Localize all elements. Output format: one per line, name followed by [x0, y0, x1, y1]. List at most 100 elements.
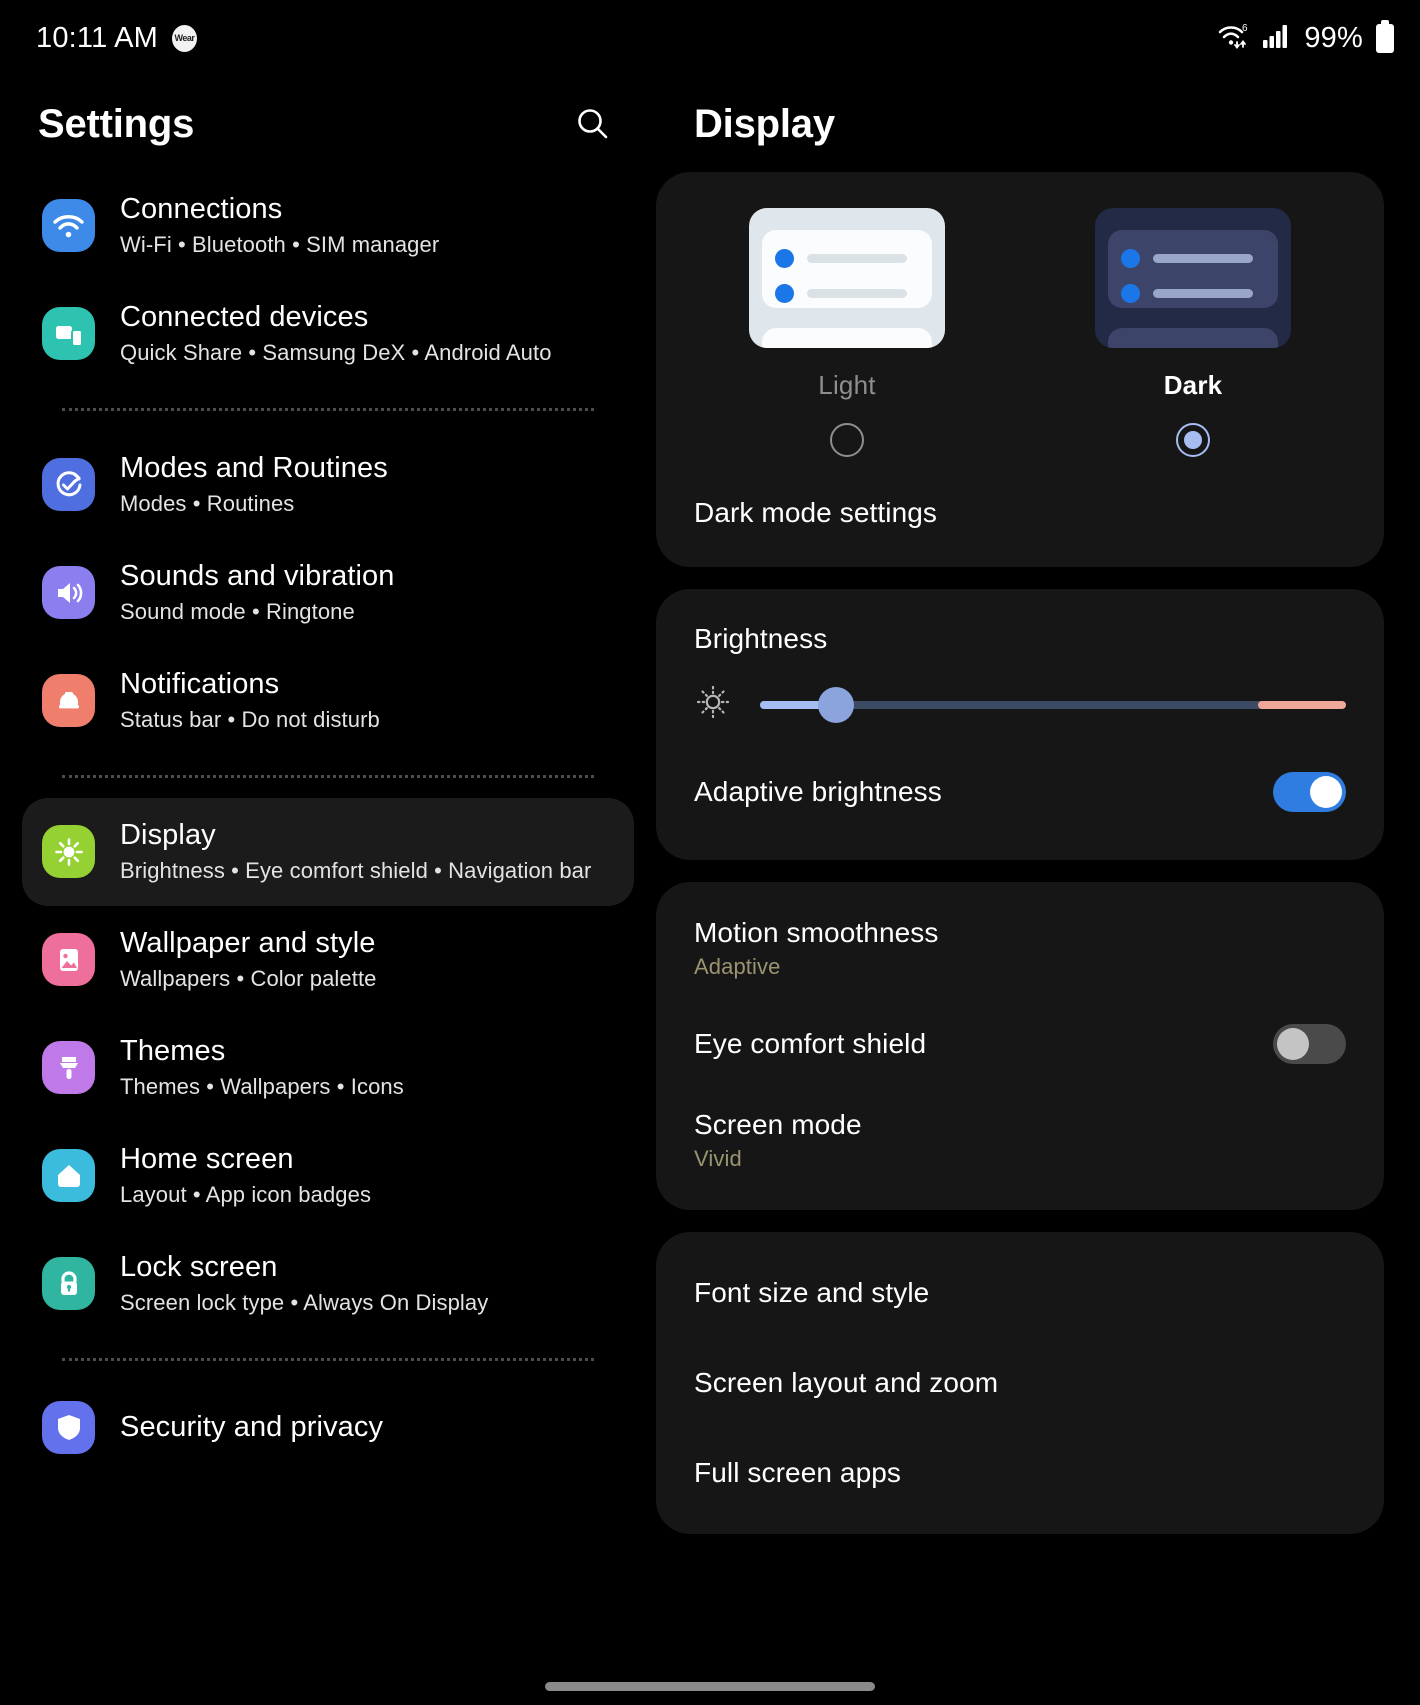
preview-dot — [1121, 284, 1140, 303]
cellular-signal-icon — [1262, 23, 1290, 54]
brightness-sun-icon — [42, 825, 95, 879]
preview-dot — [1121, 249, 1140, 268]
search-icon[interactable] — [566, 97, 620, 151]
sidebar-item-lock-screen[interactable]: Lock screen Screen lock type • Always On… — [22, 1230, 634, 1338]
sidebar-item-security-and-privacy[interactable]: Security and privacy — [22, 1381, 634, 1474]
display-links-card: Font size and style Screen layout and zo… — [656, 1232, 1384, 1534]
sidebar-item-texts: Modes and Routines Modes • Routines — [120, 451, 388, 519]
screen-mode-texts: Screen mode Vivid — [694, 1109, 862, 1172]
sidebar-item-summary: Sound mode • Ringtone — [120, 599, 355, 625]
sidebar-item-summary: Layout • App icon badges — [120, 1182, 372, 1208]
brightness-slider[interactable] — [760, 686, 1346, 723]
preview-line — [1121, 284, 1253, 303]
shield-icon — [42, 1400, 95, 1454]
sidebar-item-summary: Status bar • Do not disturb — [120, 707, 380, 733]
eye-comfort-shield-toggle[interactable] — [1273, 1024, 1346, 1064]
theme-radio-light[interactable] — [830, 423, 864, 457]
sidebar-item-texts: Connections Wi-Fi • Bluetooth • SIM mana… — [120, 192, 439, 260]
theme-option-dark[interactable]: Dark — [1088, 208, 1298, 457]
notification-bell-icon — [42, 674, 95, 728]
detail-header: Display — [656, 76, 1420, 172]
sidebar-item-texts: Connected devices Quick Share • Samsung … — [120, 300, 552, 368]
preview-bar — [1153, 289, 1253, 298]
sidebar-divider — [62, 407, 594, 411]
detail-body: Light Dark Dark mode settings Brightness… — [656, 172, 1420, 1534]
lock-icon — [42, 1257, 95, 1311]
toggle-knob — [1310, 776, 1342, 808]
light-mode-preview — [749, 208, 945, 348]
sidebar-item-connected-devices[interactable]: Connected devices Quick Share • Samsung … — [22, 280, 634, 388]
sidebar-item-texts: Wallpaper and style Wallpapers • Color p… — [120, 926, 377, 994]
sidebar-item-sounds-and-vibration[interactable]: Sounds and vibration Sound mode • Ringto… — [22, 539, 634, 647]
detail-title: Display — [694, 101, 835, 146]
status-bar-left: 10:11 AM Wear — [36, 22, 197, 55]
sidebar-divider — [62, 774, 594, 778]
status-bar: 10:11 AM Wear 6 99% — [0, 0, 1420, 76]
status-bar-right: 6 99% — [1217, 19, 1394, 56]
battery-percent-label: 99% — [1304, 21, 1363, 54]
brightness-slider-row — [656, 655, 1384, 744]
preview-line — [775, 249, 907, 268]
battery-full-icon — [1376, 19, 1394, 53]
sidebar-item-label: Connected devices — [120, 300, 369, 333]
sidebar-item-notifications[interactable]: Notifications Status bar • Do not distur… — [22, 647, 634, 755]
preview-dot — [775, 249, 794, 268]
sidebar-divider — [62, 1357, 594, 1361]
sidebar-item-texts: Display Brightness • Eye comfort shield … — [120, 818, 591, 886]
sidebar-item-label: Sounds and vibration — [120, 559, 395, 592]
sidebar-item-texts: Notifications Status bar • Do not distur… — [120, 667, 380, 735]
full-screen-apps-row[interactable]: Full screen apps — [656, 1428, 1384, 1518]
display-detail-pane: Display Light Dark Dark mode settings Br… — [656, 76, 1420, 1705]
home-indicator[interactable] — [545, 1682, 875, 1691]
page-title: Settings — [38, 101, 195, 146]
adaptive-brightness-label: Adaptive brightness — [694, 776, 942, 807]
brightness-slider-thumb[interactable] — [818, 686, 855, 723]
wear-badge-icon: Wear — [171, 24, 197, 52]
brightness-low-icon — [694, 683, 732, 726]
screen-mode-row[interactable]: Screen mode Vivid — [656, 1092, 1384, 1188]
adaptive-brightness-toggle[interactable] — [1273, 772, 1346, 812]
sidebar-item-label: Display — [120, 818, 216, 851]
sidebar-item-summary: Modes • Routines — [120, 491, 295, 517]
sidebar-item-display[interactable]: Display Brightness • Eye comfort shield … — [22, 797, 634, 906]
svg-text:6: 6 — [1242, 23, 1248, 34]
dark-mode-settings-row[interactable]: Dark mode settings — [694, 497, 1346, 529]
display-options-card: Motion smoothness Adaptive Eye comfort s… — [656, 882, 1384, 1210]
sidebar-list: Connections Wi-Fi • Bluetooth • SIM mana… — [0, 172, 656, 1474]
theme-option-light[interactable]: Light — [742, 208, 952, 457]
preview-footer — [762, 328, 932, 348]
theme-mode-card: Light Dark Dark mode settings — [656, 172, 1384, 567]
eye-comfort-shield-row[interactable]: Eye comfort shield — [656, 996, 1384, 1092]
sidebar-item-summary: Wallpapers • Color palette — [120, 966, 377, 992]
theme-options-row: Light Dark — [694, 208, 1346, 457]
preview-footer — [1108, 328, 1278, 348]
sidebar-item-home-screen[interactable]: Home screen Layout • App icon badges — [22, 1122, 634, 1230]
adaptive-brightness-row[interactable]: Adaptive brightness — [656, 744, 1384, 840]
preview-bar — [1153, 254, 1253, 263]
sidebar-item-label: Wallpaper and style — [120, 926, 376, 959]
preview-bar — [807, 289, 907, 298]
motion-smoothness-row[interactable]: Motion smoothness Adaptive — [656, 900, 1384, 996]
font-size-and-style-row[interactable]: Font size and style — [656, 1248, 1384, 1338]
sidebar-item-themes[interactable]: Themes Themes • Wallpapers • Icons — [22, 1014, 634, 1122]
sidebar-item-connections[interactable]: Connections Wi-Fi • Bluetooth • SIM mana… — [22, 172, 634, 280]
sidebar-item-label: Lock screen — [120, 1250, 278, 1283]
sidebar-item-texts: Sounds and vibration Sound mode • Ringto… — [120, 559, 394, 627]
sidebar-item-label: Notifications — [120, 667, 280, 700]
screen-layout-and-zoom-row[interactable]: Screen layout and zoom — [656, 1338, 1384, 1428]
sidebar-item-wallpaper-and-style[interactable]: Wallpaper and style Wallpapers • Color p… — [22, 906, 634, 1014]
sidebar-item-modes-and-routines[interactable]: Modes and Routines Modes • Routines — [22, 431, 634, 539]
sidebar-item-summary: Wi-Fi • Bluetooth • SIM manager — [120, 232, 440, 258]
status-clock: 10:11 AM — [36, 21, 158, 54]
brightness-card: Brightness Adaptive brightness — [656, 589, 1384, 860]
sidebar-item-summary: Screen lock type • Always On Display — [120, 1290, 489, 1316]
sidebar-item-texts: Security and privacy — [120, 1410, 383, 1445]
two-pane-layout: Settings Connections Wi-Fi • Bluetooth •… — [0, 76, 1420, 1705]
theme-option-label: Dark — [1163, 370, 1223, 400]
motion-smoothness-label: Motion smoothness — [694, 916, 939, 948]
theme-radio-dark[interactable] — [1176, 423, 1210, 457]
sidebar-item-label: Modes and Routines — [120, 451, 388, 484]
brightness-slider-warm-end — [1258, 700, 1346, 709]
dark-mode-preview — [1095, 208, 1291, 348]
sidebar-header: Settings — [0, 76, 656, 172]
